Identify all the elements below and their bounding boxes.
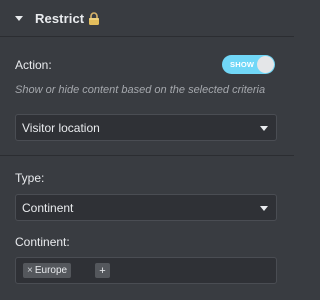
type-select[interactable]: Continent [15,194,277,221]
chevron-down-icon [260,206,268,211]
action-description: Show or hide content based on the select… [15,84,266,96]
header-divider [0,36,294,37]
section-header[interactable]: Restrict [0,0,294,36]
type-select-value: Continent [22,200,74,215]
close-icon[interactable]: × [27,265,33,276]
mid-divider [0,155,294,156]
show-toggle[interactable]: SHOW [222,55,275,74]
section-title: Restrict [35,10,85,26]
chevron-down-icon [260,126,268,131]
lock-icon [88,11,100,25]
continent-tags-input[interactable]: × Europe + [15,257,277,284]
tag-europe[interactable]: × Europe [23,263,72,278]
action-label: Action: [15,58,52,72]
add-tag-button[interactable]: + [95,263,110,278]
toggle-knob [257,56,274,73]
restrict-panel: Restrict Action: SHOW Show or hide conte… [0,0,294,300]
criteria-select-value: Visitor location [22,120,100,135]
continent-label: Continent: [15,235,70,249]
criteria-select[interactable]: Visitor location [15,114,277,141]
caret-down-icon [15,16,23,21]
toggle-label: SHOW [230,60,255,69]
tag-label: Europe [34,265,68,276]
type-label: Type: [15,171,45,185]
